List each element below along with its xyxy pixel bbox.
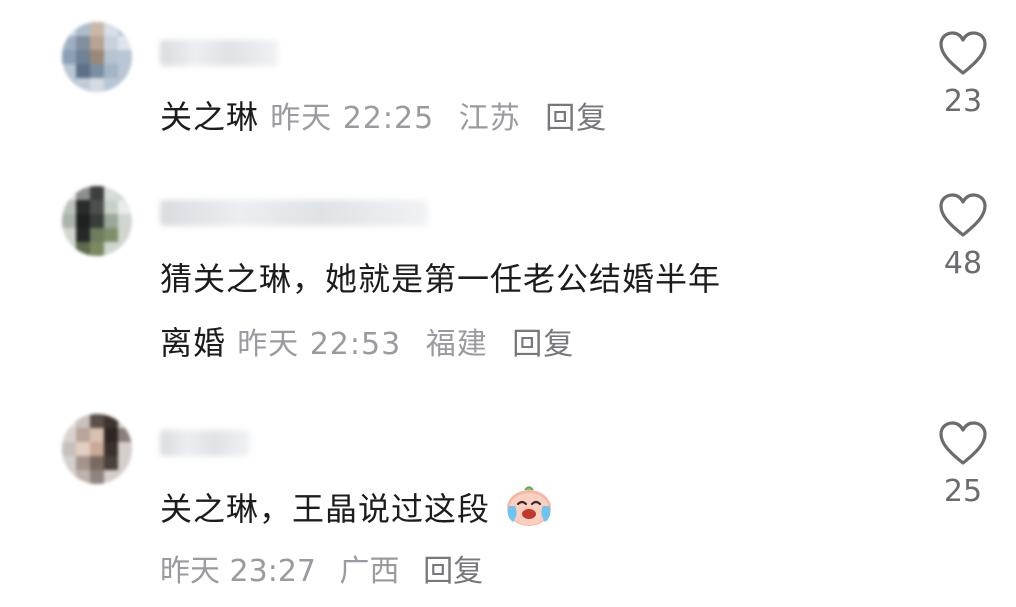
like-count: 25 [943,474,983,509]
username-blurred[interactable] [160,40,278,66]
username-blurred[interactable] [160,200,428,226]
comment-meta: 昨天 23:27 广西 回复 [160,550,497,594]
comment-text: 关之琳，王晶说过这段 [160,490,491,528]
comment-body[interactable]: 关之琳 昨天 22:25 江苏 回复 [160,92,621,144]
avatar[interactable] [62,414,132,484]
crying-face-emoji-icon [503,482,555,542]
reply-button[interactable]: 回复 [423,554,483,589]
reply-button[interactable]: 回复 [545,101,607,136]
like-button[interactable]: 48 [930,192,996,281]
avatar[interactable] [62,186,132,256]
username-blurred[interactable] [160,430,250,456]
comment-location: 广西 [339,554,400,589]
like-button[interactable]: 25 [930,420,996,509]
avatar[interactable] [62,22,132,92]
comment-time: 昨天 22:25 [270,101,435,136]
comment-text: 离婚 [160,324,227,362]
comment-time: 昨天 22:53 [237,327,402,362]
like-button[interactable]: 23 [930,30,996,119]
comment-meta: 昨天 22:53 福建 回复 [237,327,588,362]
comment-time: 昨天 23:27 [160,554,316,589]
comment-body[interactable]: 猜关之琳，她就是第一任老公结婚半年 离婚 昨天 22:53 福建 回复 [160,254,721,370]
comment-location: 江苏 [458,101,521,136]
heart-icon [939,31,987,75]
like-count: 48 [943,246,983,281]
like-count: 23 [943,84,983,119]
comment-text-line: 猜关之琳，她就是第一任老公结婚半年 [160,260,722,298]
comment-text-line-2: 离婚 昨天 22:53 福建 回复 [160,318,721,370]
heart-icon [939,193,987,237]
reply-button[interactable]: 回复 [512,327,574,362]
comment-body[interactable]: 关之琳，王晶说过这段 [160,482,555,542]
comment-text: 关之琳 [160,98,260,136]
heart-icon [939,421,987,465]
comment-meta: 昨天 22:25 江苏 回复 [270,101,621,136]
comment-location: 福建 [425,327,488,362]
